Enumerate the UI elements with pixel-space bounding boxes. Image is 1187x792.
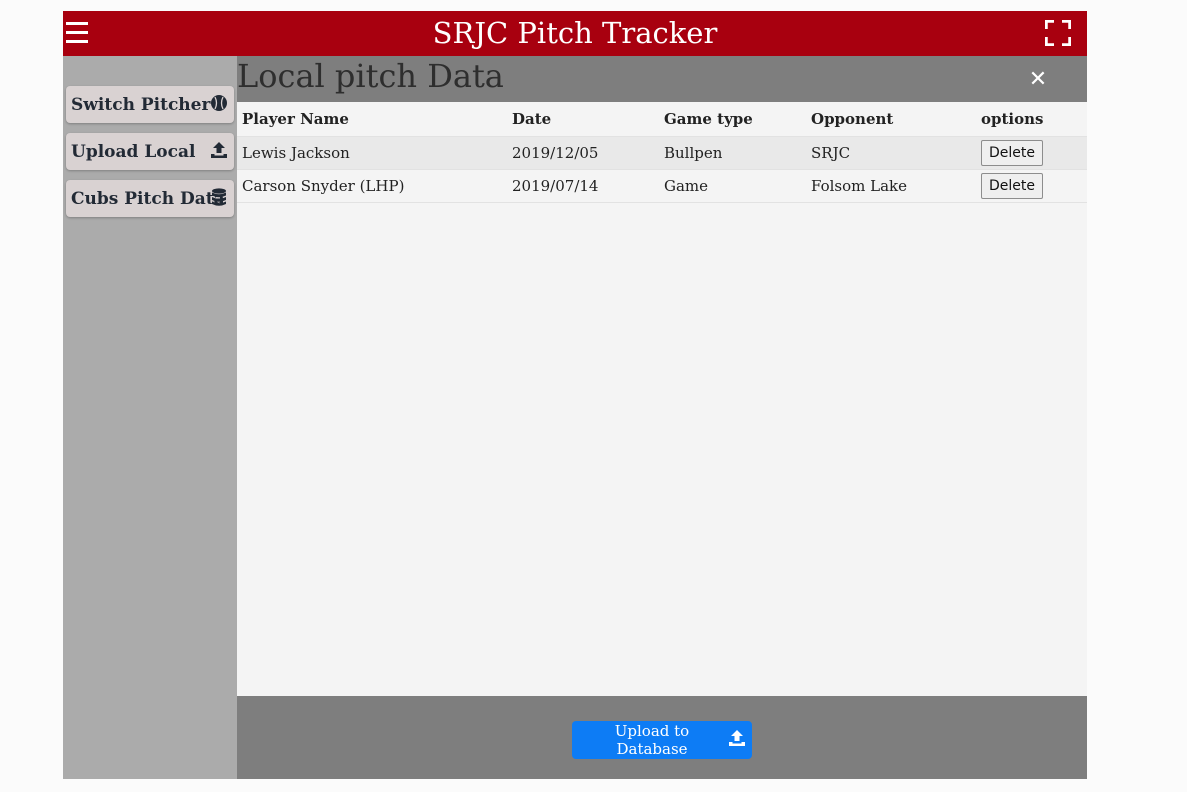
player-name-cell: Lewis Jackson — [237, 136, 507, 170]
delete-button[interactable]: Delete — [981, 140, 1043, 166]
app-title: SRJC Pitch Tracker — [432, 16, 718, 50]
table-row: Carson Snyder (LHP) 2019/07/14 Game Fols… — [237, 169, 1087, 203]
local-data-table: Player Name Date Game type Opponent opti… — [237, 102, 1087, 203]
upload-icon — [728, 729, 746, 751]
upload-icon — [210, 140, 228, 160]
column-header-player-name: Player Name — [237, 102, 507, 137]
date-cell: 2019/12/05 — [507, 136, 659, 170]
panel-footer: Upload to Database — [237, 696, 1087, 779]
upload-to-database-label: Upload to Database — [614, 722, 690, 758]
database-icon — [210, 187, 228, 207]
options-cell: Delete — [976, 136, 1087, 170]
upload-to-database-button[interactable]: Upload to Database — [572, 721, 752, 759]
player-name-cell: Carson Snyder (LHP) — [237, 169, 507, 203]
upload-local-button[interactable]: Upload Local — [66, 133, 234, 170]
game-type-cell: Bullpen — [659, 136, 806, 170]
opponent-cell: Folsom Lake — [806, 169, 976, 203]
panel-header: Local pitch Data ✕ — [237, 56, 1087, 102]
column-header-options: options — [976, 102, 1087, 137]
game-type-cell: Game — [659, 169, 806, 203]
delete-button[interactable]: Delete — [981, 173, 1043, 199]
panel-title: Local pitch Data — [237, 57, 504, 95]
cubs-pitch-data-label: Cubs Pitch Data — [71, 189, 225, 209]
app-window: SRJC Pitch Tracker Switch Pitcher Upload… — [63, 11, 1087, 779]
baseball-icon — [210, 93, 228, 113]
table-header-row: Player Name Date Game type Opponent opti… — [237, 102, 1087, 137]
cubs-pitch-data-button[interactable]: Cubs Pitch Data — [66, 180, 234, 217]
switch-pitcher-label: Switch Pitcher — [71, 95, 211, 115]
opponent-cell: SRJC — [806, 136, 976, 170]
local-data-panel: Local pitch Data ✕ Player Name Date Game… — [237, 56, 1087, 779]
date-cell: 2019/07/14 — [507, 169, 659, 203]
switch-pitcher-button[interactable]: Switch Pitcher — [66, 86, 234, 123]
close-icon[interactable]: ✕ — [1027, 69, 1049, 91]
upload-local-label: Upload Local — [71, 142, 196, 162]
top-bar: SRJC Pitch Tracker — [63, 11, 1087, 56]
sidebar: Switch Pitcher Upload Local Cubs Pitch D… — [63, 56, 237, 779]
table-row: Lewis Jackson 2019/12/05 Bullpen SRJC De… — [237, 136, 1087, 170]
column-header-opponent: Opponent — [806, 102, 976, 137]
column-header-date: Date — [507, 102, 659, 137]
fullscreen-icon[interactable] — [1044, 19, 1072, 47]
column-header-game-type: Game type — [659, 102, 806, 137]
options-cell: Delete — [976, 169, 1087, 203]
